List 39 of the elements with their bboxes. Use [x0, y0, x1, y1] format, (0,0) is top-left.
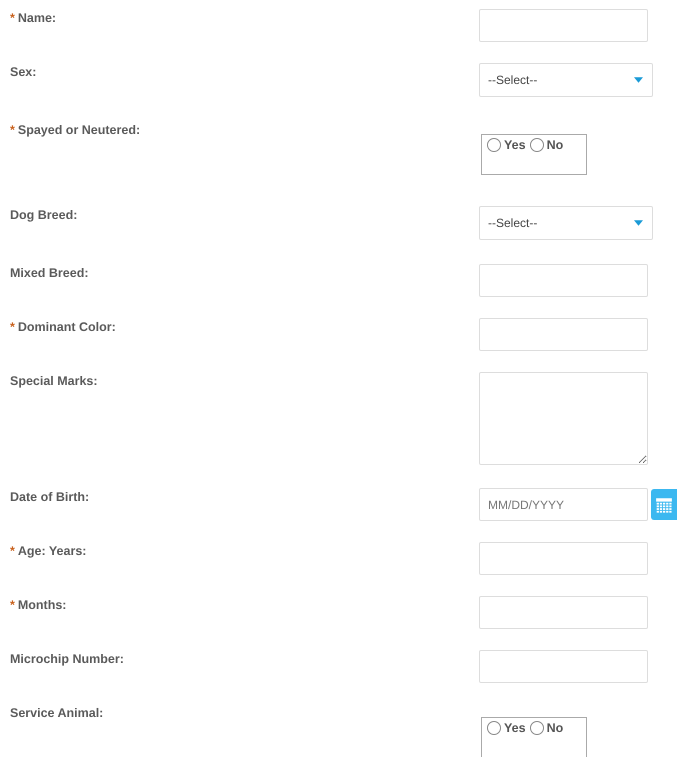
- field-label: Spayed or Neutered:: [18, 123, 140, 137]
- field-label: Dominant Color:: [18, 320, 116, 334]
- field-label: Dog Breed:: [10, 208, 78, 222]
- input-field[interactable]: [479, 650, 648, 683]
- field-label: Mixed Breed:: [10, 266, 88, 280]
- caret-icon: [634, 77, 643, 83]
- input-field[interactable]: [479, 596, 648, 629]
- field-label: Sex:: [10, 65, 36, 79]
- input-field[interactable]: [479, 318, 648, 351]
- required-asterisk: *: [10, 320, 15, 334]
- input-field[interactable]: [479, 9, 648, 42]
- radio-button[interactable]: [487, 721, 501, 735]
- field-label: Microchip Number:: [10, 652, 124, 666]
- input-field[interactable]: [479, 264, 648, 297]
- field-label: Date of Birth:: [10, 490, 90, 504]
- required-asterisk: *: [10, 598, 15, 612]
- radio-button[interactable]: [530, 721, 544, 735]
- dropdown[interactable]: --Select--: [479, 63, 653, 97]
- field-label: Months:: [18, 598, 66, 612]
- field-label: Service Animal:: [10, 706, 104, 720]
- radio-button[interactable]: [487, 138, 501, 152]
- radio-label[interactable]: Yes: [504, 721, 526, 735]
- dropdown[interactable]: --Select--: [479, 206, 653, 240]
- required-asterisk: *: [10, 123, 15, 137]
- radio-button[interactable]: [530, 138, 544, 152]
- radio-label[interactable]: Yes: [504, 138, 526, 152]
- radio-label[interactable]: No: [546, 721, 564, 735]
- required-asterisk: *: [10, 544, 15, 558]
- input-field[interactable]: [479, 542, 648, 575]
- field-label: Name:: [18, 11, 56, 25]
- radio-label[interactable]: No: [546, 138, 564, 152]
- calendar-icon: [655, 496, 673, 514]
- calendar-button[interactable]: [651, 489, 677, 520]
- text-area[interactable]: [479, 372, 648, 465]
- field-label: Age: Years:: [18, 544, 86, 558]
- field-label: Special Marks:: [10, 374, 98, 388]
- date-field[interactable]: MM/DD/YYYY: [479, 488, 648, 521]
- required-asterisk: *: [10, 11, 15, 25]
- caret-icon: [634, 220, 643, 226]
